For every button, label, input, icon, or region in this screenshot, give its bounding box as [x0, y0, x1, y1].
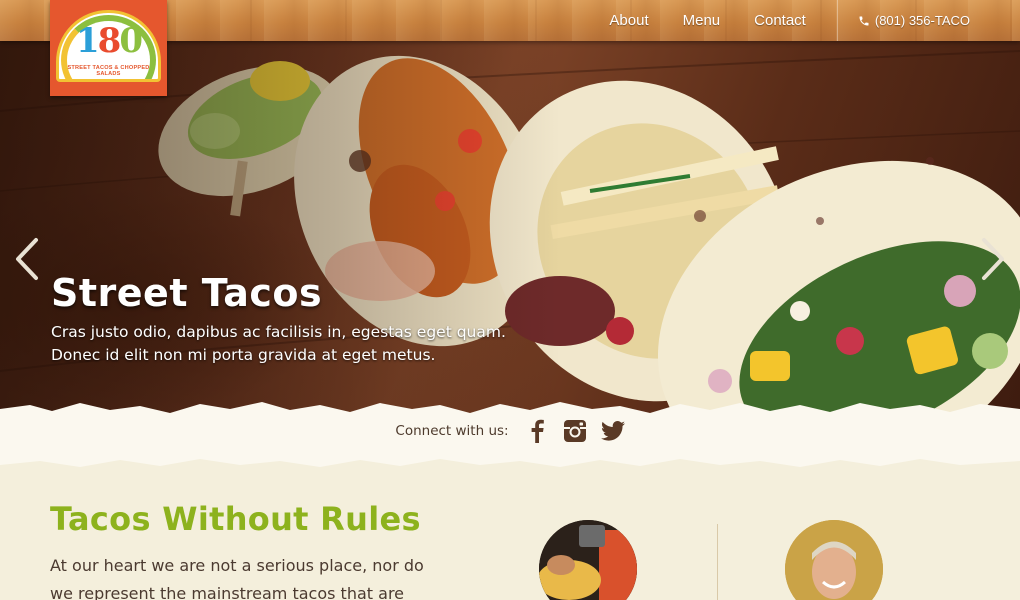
- nav-about-link[interactable]: About: [592, 0, 665, 41]
- facebook-link[interactable]: [525, 419, 549, 443]
- section-title: Tacos Without Rules: [50, 500, 421, 538]
- connect-strip: Connect with us:: [0, 395, 1020, 480]
- hero-slider: Street Tacos Cras justo odio, dapibus ac…: [0, 41, 1020, 413]
- site-logo[interactable]: 180 STREET TACOS & CHOPPED SALADS: [50, 0, 167, 96]
- logo-number: 180: [59, 21, 158, 61]
- person-photo-icon: [785, 520, 883, 600]
- hero-description: Cras justo odio, dapibus ac facilisis in…: [51, 323, 506, 364]
- facebook-icon: [531, 419, 544, 443]
- logo-tagline: STREET TACOS & CHOPPED SALADS: [67, 65, 150, 77]
- nav-menu-link[interactable]: Menu: [666, 0, 738, 41]
- phone-number: (801) 356-TACO: [874, 13, 970, 28]
- hero-title: Street Tacos: [51, 271, 323, 315]
- column-divider: [717, 524, 718, 600]
- twitter-icon: [600, 421, 625, 441]
- person-photo-icon: [539, 520, 637, 600]
- team-photo-2: [785, 520, 883, 600]
- logo-digit-8: 8: [97, 21, 122, 61]
- instagram-link[interactable]: [563, 419, 587, 443]
- twitter-link[interactable]: [600, 419, 625, 443]
- logo-digit-1: 1: [75, 21, 100, 61]
- chevron-left-icon: [16, 238, 38, 280]
- connect-bar: Connect with us:: [0, 395, 1020, 443]
- connect-label: Connect with us:: [395, 423, 509, 439]
- nav-contact-link[interactable]: Contact: [737, 0, 823, 41]
- main-nav: About Menu Contact (801) 356-TACO: [592, 0, 1020, 41]
- logo-digit-0: 0: [119, 21, 143, 61]
- phone-icon: [859, 16, 869, 25]
- slider-next-button[interactable]: [978, 237, 1008, 281]
- section-text: At our heart we are not a serious place,…: [50, 556, 424, 600]
- slider-prev-button[interactable]: [12, 237, 42, 281]
- team-photo-1: [539, 520, 637, 600]
- about-section: Tacos Without Rules At our heart we are …: [0, 470, 1020, 600]
- instagram-icon: [563, 420, 586, 442]
- logo-badge: 180 STREET TACOS & CHOPPED SALADS: [56, 10, 161, 82]
- phone-link[interactable]: (801) 356-TACO: [838, 13, 1020, 28]
- chevron-right-icon: [982, 238, 1004, 280]
